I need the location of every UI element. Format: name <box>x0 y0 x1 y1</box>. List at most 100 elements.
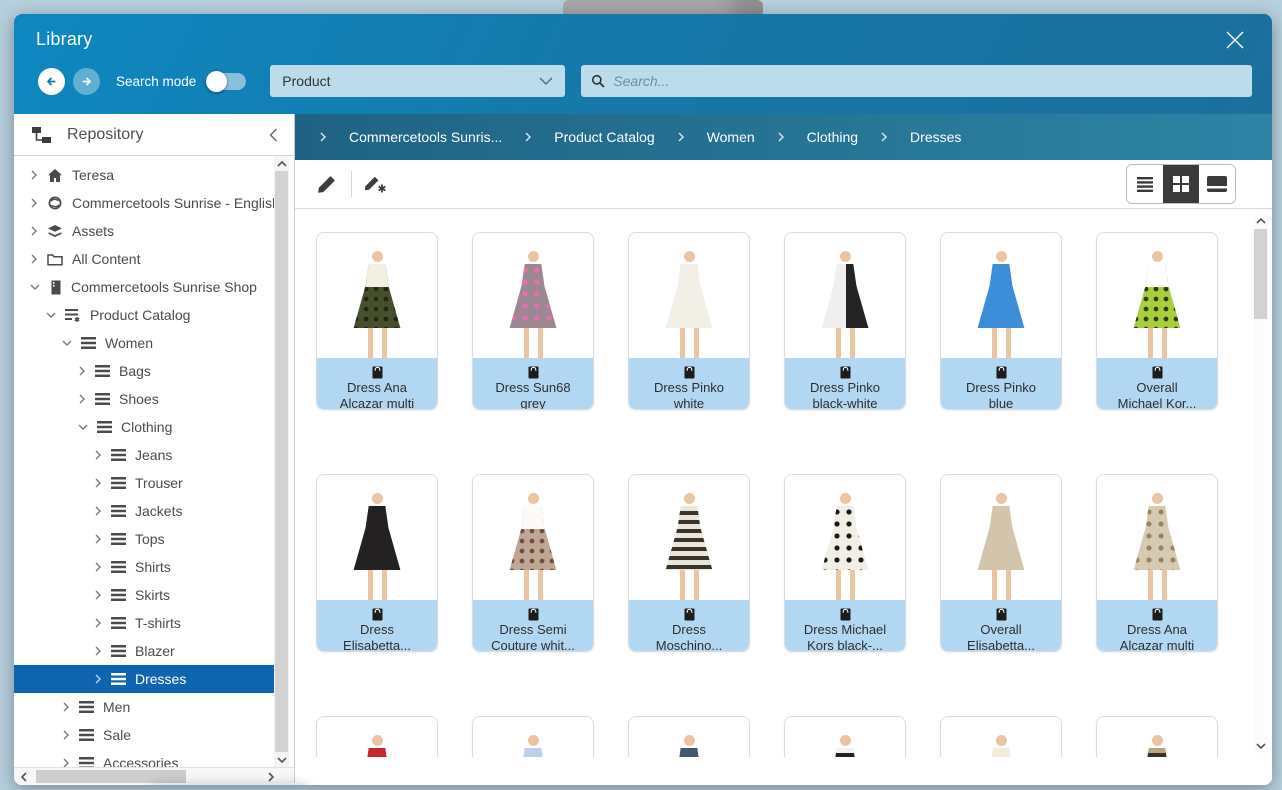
tree-item-men[interactable]: Men <box>14 693 274 721</box>
chevron-right-icon[interactable] <box>94 646 102 656</box>
view-mode-list-button[interactable] <box>1127 165 1163 203</box>
tree-item-shoes[interactable]: Shoes <box>14 385 274 413</box>
chevron-right-icon[interactable] <box>94 506 102 516</box>
scroll-up-icon[interactable] <box>1253 213 1268 228</box>
back-button[interactable] <box>38 68 65 95</box>
content-vertical-scrollbar[interactable] <box>1253 213 1268 753</box>
edit-button[interactable] <box>309 166 345 202</box>
chevron-right-icon[interactable] <box>30 170 38 180</box>
tree-item-skirts[interactable]: Skirts <box>14 581 274 609</box>
chevron-down-icon[interactable] <box>62 339 72 347</box>
product-card[interactable] <box>940 716 1062 757</box>
product-card-dress-pinko-blue[interactable]: Dress Pinko blue <box>940 232 1062 410</box>
product-bag-icon <box>317 364 437 379</box>
tree-item-commercetools-sunrise-shop[interactable]: Commercetools Sunrise Shop <box>14 273 274 301</box>
view-mode-grid-button[interactable] <box>1163 165 1199 203</box>
product-label-area: Dress Elisabetta... <box>317 600 437 652</box>
tree-item-all-content[interactable]: All Content <box>14 245 274 273</box>
product-card-overall-michael-kor[interactable]: Overall Michael Kor... <box>1096 232 1218 410</box>
product-card[interactable] <box>472 716 594 757</box>
chevron-right-icon[interactable] <box>30 198 38 208</box>
chevron-right-icon[interactable] <box>94 450 102 460</box>
chevron-right-icon[interactable] <box>78 394 86 404</box>
product-card-dress-sun68-grey[interactable]: Dress Sun68 grey <box>472 232 594 410</box>
scrollbar-thumb[interactable] <box>275 171 288 752</box>
context-menu-item-open-in-tab[interactable]: Open in Tab <box>153 784 307 785</box>
chevron-right-icon[interactable] <box>94 562 102 572</box>
tree-item-accessories[interactable]: Accessories <box>14 749 274 767</box>
breadcrumb-item-commercetools-sunris[interactable]: Commercetools Sunris... <box>329 125 522 149</box>
chevron-down-icon[interactable] <box>46 311 56 319</box>
chevron-right-icon <box>524 132 532 142</box>
product-card[interactable] <box>628 716 750 757</box>
breadcrumb-item-women[interactable]: Women <box>687 125 775 149</box>
tree-item-trouser[interactable]: Trouser <box>14 469 274 497</box>
scroll-right-icon[interactable] <box>263 769 278 784</box>
breadcrumb-item-dresses[interactable]: Dresses <box>890 125 981 149</box>
scroll-down-icon[interactable] <box>1253 738 1268 753</box>
product-card[interactable] <box>1096 716 1218 757</box>
tree-item-sale[interactable]: Sale <box>14 721 274 749</box>
product-image <box>473 717 593 757</box>
collapse-sidebar-icon[interactable] <box>269 128 278 142</box>
breadcrumb-item-clothing[interactable]: Clothing <box>787 125 878 149</box>
scrollbar-thumb[interactable] <box>36 770 186 783</box>
chevron-right-icon[interactable] <box>94 534 102 544</box>
tree-item-shirts[interactable]: Shirts <box>14 553 274 581</box>
scroll-down-icon[interactable] <box>274 752 289 767</box>
chevron-right-icon[interactable] <box>78 366 86 376</box>
chevron-right-icon[interactable] <box>94 478 102 488</box>
breadcrumb-item-product-catalog[interactable]: Product Catalog <box>534 125 674 149</box>
home-icon <box>47 168 63 183</box>
chevron-right-icon[interactable] <box>30 226 38 236</box>
sidebar-vertical-scrollbar[interactable] <box>274 156 289 767</box>
product-card[interactable] <box>316 716 438 757</box>
product-card-overall-elisabetta[interactable]: Overall Elisabetta... <box>940 474 1062 652</box>
chevron-right-icon[interactable] <box>94 590 102 600</box>
type-filter-dropdown[interactable]: Product <box>270 65 565 97</box>
tree-item-commercetools-sunrise-english[interactable]: Commercetools Sunrise - English ( <box>14 189 274 217</box>
product-card-dress-michael-kors-black[interactable]: Dress Michael Kors black-... <box>784 474 906 652</box>
product-card-dress-semi-couture-whit[interactable]: Dress Semi Couture whit... <box>472 474 594 652</box>
scrollbar-thumb[interactable] <box>1254 229 1267 319</box>
tree-item-product-catalog[interactable]: Product Catalog <box>14 301 274 329</box>
product-name: Dress Pinko white <box>629 380 749 410</box>
search-input[interactable] <box>613 73 1242 89</box>
close-icon[interactable] <box>1220 25 1250 55</box>
product-label-area: Dress Pinko blue <box>941 358 1061 410</box>
product-card-dress-ana-alcazar-multi[interactable]: Dress Ana Alcazar multi <box>1096 474 1218 652</box>
tree-item-blazer[interactable]: Blazer <box>14 637 274 665</box>
product-card-dress-pinko-black-white[interactable]: Dress Pinko black-white <box>784 232 906 410</box>
product-card-dress-moschino[interactable]: Dress Moschino... <box>628 474 750 652</box>
tree-item-dresses[interactable]: Dresses <box>14 665 274 693</box>
product-card[interactable] <box>784 716 906 757</box>
tree-item-women[interactable]: Women <box>14 329 274 357</box>
search-mode-toggle[interactable] <box>208 73 246 90</box>
tree-item-clothing[interactable]: Clothing <box>14 413 274 441</box>
tree-item-tops[interactable]: Tops <box>14 525 274 553</box>
chevron-down-icon[interactable] <box>30 283 40 291</box>
chevron-right-icon[interactable] <box>94 674 102 684</box>
tree-item-jackets[interactable]: Jackets <box>14 497 274 525</box>
product-card-dress-elisabetta[interactable]: Dress Elisabetta... <box>316 474 438 652</box>
augment-button[interactable] <box>358 166 394 202</box>
category-icon <box>79 729 94 741</box>
tree-item-assets[interactable]: Assets <box>14 217 274 245</box>
tree-item-bags[interactable]: Bags <box>14 357 274 385</box>
tree-item-jeans[interactable]: Jeans <box>14 441 274 469</box>
chevron-right-icon[interactable] <box>62 758 70 767</box>
chevron-down-icon[interactable] <box>78 423 88 431</box>
chevron-right-icon[interactable] <box>94 618 102 628</box>
product-card-dress-pinko-white[interactable]: Dress Pinko white <box>628 232 750 410</box>
chevron-right-icon[interactable] <box>30 254 38 264</box>
scroll-up-icon[interactable] <box>274 156 289 171</box>
scroll-left-icon[interactable] <box>16 769 31 784</box>
chevron-right-icon[interactable] <box>62 702 70 712</box>
forward-button[interactable] <box>73 68 100 95</box>
view-mode-card-button[interactable] <box>1199 165 1235 203</box>
product-bag-icon <box>317 606 437 621</box>
chevron-right-icon[interactable] <box>62 730 70 740</box>
tree-item-teresa[interactable]: Teresa <box>14 161 274 189</box>
product-card-dress-ana-alcazar-multi[interactable]: Dress Ana Alcazar multi <box>316 232 438 410</box>
tree-item-t-shirts[interactable]: T-shirts <box>14 609 274 637</box>
